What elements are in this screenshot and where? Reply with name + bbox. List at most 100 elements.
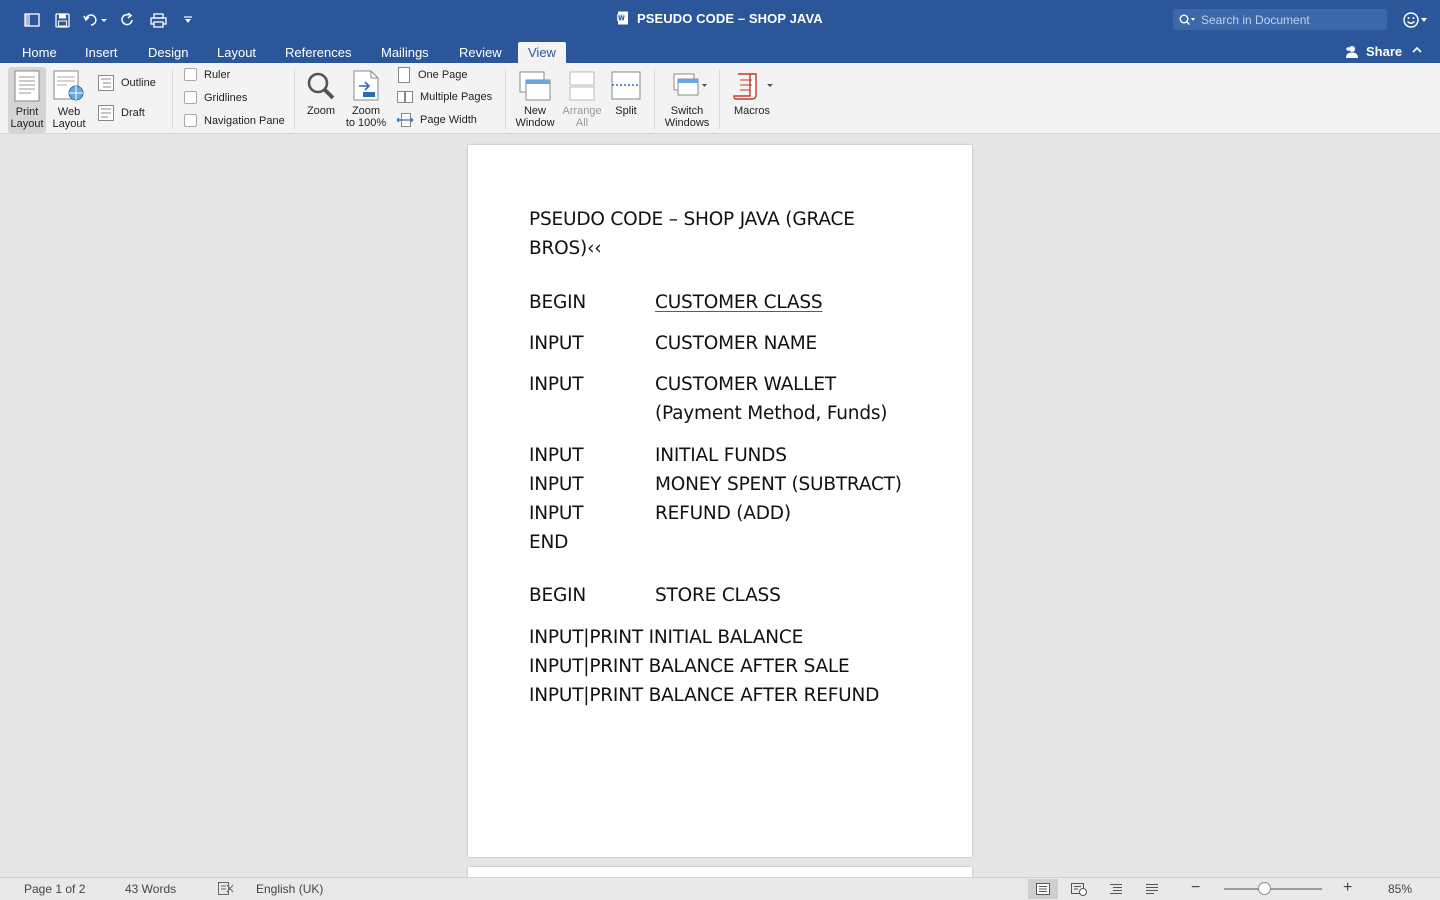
draft-view-button[interactable]: [1137, 879, 1167, 899]
smiley-icon: [1403, 12, 1427, 28]
switch-windows-icon: [673, 73, 707, 96]
zoom-percentage[interactable]: 85%: [1388, 882, 1412, 896]
doc-line[interactable]: INPUT MONEY SPENT (SUBTRACT): [529, 474, 902, 495]
zoom-slider-handle[interactable]: [1258, 882, 1271, 895]
page-width-label: Page Width: [420, 114, 477, 126]
document-canvas[interactable]: PSEUDO CODE – SHOP JAVA (GRACE BROS)‹‹ B…: [0, 134, 1440, 877]
outline-button[interactable]: Outline: [98, 75, 156, 91]
customize-toolbar-button[interactable]: [176, 8, 200, 32]
share-button[interactable]: Share: [1344, 42, 1402, 61]
save-icon: [54, 12, 70, 28]
tab-home[interactable]: Home: [12, 42, 67, 63]
page-width-button[interactable]: Page Width: [397, 113, 477, 127]
feedback-button[interactable]: [1402, 9, 1430, 31]
tab-mailings[interactable]: Mailings: [371, 42, 439, 63]
ruler-check[interactable]: [184, 68, 197, 81]
switch-windows-label-1: Switch: [670, 105, 704, 117]
split-label: Split: [615, 105, 637, 117]
macros-icon: [733, 73, 773, 100]
undo-button[interactable]: [80, 8, 110, 32]
doc-line[interactable]: BEGIN CUSTOMER CLASS: [529, 292, 823, 313]
doc-line[interactable]: INPUT|PRINT BALANCE AFTER SALE: [529, 656, 850, 677]
ruler-checkbox[interactable]: Ruler: [184, 68, 230, 81]
doc-line[interactable]: BEGIN STORE CLASS: [529, 585, 781, 606]
outline-label: Outline: [121, 77, 156, 89]
draft-button[interactable]: Draft: [98, 105, 145, 121]
switch-windows-label-2: Windows: [664, 117, 710, 129]
doc-line[interactable]: INPUT CUSTOMER NAME: [529, 333, 817, 354]
magnifier-icon: [307, 72, 335, 100]
doc-value: CUSTOMER WALLET: [655, 374, 836, 395]
web-layout-label-1: Web: [57, 106, 81, 118]
document-page-2[interactable]: [468, 867, 972, 877]
search-box[interactable]: [1173, 9, 1387, 30]
ribbon-view: Print Layout Web Layout Outline Draft Ru…: [0, 63, 1440, 134]
tab-view[interactable]: View: [518, 42, 566, 63]
tab-insert[interactable]: Insert: [75, 42, 128, 63]
sidebar-icon: [24, 13, 40, 27]
navigation-pane-checkbox[interactable]: Navigation Pane: [184, 114, 285, 127]
gridlines-check[interactable]: [184, 91, 197, 104]
print-button[interactable]: [146, 8, 170, 32]
tab-review[interactable]: Review: [449, 42, 512, 63]
print-layout-view-button[interactable]: [1028, 879, 1058, 899]
draft-view-icon: [1146, 884, 1158, 894]
doc-value: REFUND (ADD): [655, 503, 791, 524]
document-page[interactable]: PSEUDO CODE – SHOP JAVA (GRACE BROS)‹‹ B…: [468, 145, 972, 857]
tab-design[interactable]: Design: [138, 42, 198, 63]
tab-references[interactable]: References: [275, 42, 361, 63]
language[interactable]: English (UK): [256, 882, 323, 896]
tab-layout[interactable]: Layout: [207, 42, 266, 63]
one-page-button[interactable]: One Page: [397, 67, 468, 83]
collapse-ribbon-button[interactable]: [1410, 43, 1426, 59]
zoom-100-label-1: Zoom: [351, 105, 381, 117]
macros-button[interactable]: Macros: [728, 71, 776, 117]
multiple-pages-button[interactable]: Multiple Pages: [397, 90, 492, 104]
arrange-all-button[interactable]: Arrange All: [560, 71, 604, 129]
page-count[interactable]: Page 1 of 2: [24, 882, 85, 896]
doc-value: CUSTOMER NAME: [655, 333, 817, 354]
doc-line[interactable]: INPUT INITIAL FUNDS: [529, 445, 787, 466]
proofing-icon[interactable]: [218, 882, 234, 898]
doc-line[interactable]: INPUT CUSTOMER WALLET: [529, 374, 836, 395]
zoom-out-button[interactable]: −: [1191, 879, 1200, 897]
print-layout-icon: [14, 70, 40, 102]
print-layout-label-1: Print: [15, 106, 39, 118]
doc-class-heading: STORE CLASS: [655, 585, 781, 606]
doc-line[interactable]: INPUT REFUND (ADD): [529, 503, 791, 524]
outline-view-button[interactable]: [1101, 879, 1131, 899]
search-input[interactable]: [1201, 12, 1371, 27]
web-layout-button[interactable]: Web Layout: [50, 70, 88, 130]
word-document-icon: W: [617, 11, 629, 25]
doc-line[interactable]: INPUT|PRINT INITIAL BALANCE: [529, 627, 803, 648]
zoom-slider-track[interactable]: [1224, 888, 1322, 890]
new-window-icon: [519, 71, 551, 101]
zoom-100-button[interactable]: Zoom to 100%: [345, 70, 387, 129]
ribbon-separator: [172, 69, 173, 129]
doc-title-line-1[interactable]: PSEUDO CODE – SHOP JAVA (GRACE: [529, 209, 855, 230]
web-layout-view-button[interactable]: [1064, 879, 1094, 899]
doc-line[interactable]: END: [529, 532, 568, 553]
sidebar-toggle-button[interactable]: [20, 8, 44, 32]
zoom-in-button[interactable]: +: [1343, 879, 1352, 897]
ribbon-separator: [505, 69, 506, 129]
doc-title-line-2[interactable]: BROS)‹‹: [529, 238, 602, 259]
doc-line[interactable]: INPUT|PRINT BALANCE AFTER REFUND: [529, 685, 879, 706]
zoom-100-label-2: to 100%: [345, 117, 387, 129]
save-button[interactable]: [50, 8, 74, 32]
switch-windows-button[interactable]: Switch Windows: [662, 71, 712, 129]
doc-value: (Payment Method, Funds): [655, 403, 888, 424]
arrange-all-icon: [569, 71, 595, 101]
gridlines-checkbox[interactable]: Gridlines: [184, 91, 247, 104]
redo-button[interactable]: [116, 8, 140, 32]
zoom-button[interactable]: Zoom: [303, 71, 339, 117]
status-bar: Page 1 of 2 43 Words English (UK) − + 85…: [0, 877, 1440, 900]
navigation-pane-check[interactable]: [184, 114, 197, 127]
multiple-pages-label: Multiple Pages: [420, 91, 493, 103]
print-layout-button[interactable]: Print Layout: [8, 67, 46, 133]
split-button[interactable]: Split: [607, 71, 645, 117]
word-count[interactable]: 43 Words: [125, 882, 176, 896]
navigation-pane-label: Navigation Pane: [204, 114, 285, 127]
new-window-button[interactable]: New Window: [513, 71, 557, 129]
ribbon-tab-bar: Home Insert Design Layout References Mai…: [0, 40, 1440, 63]
